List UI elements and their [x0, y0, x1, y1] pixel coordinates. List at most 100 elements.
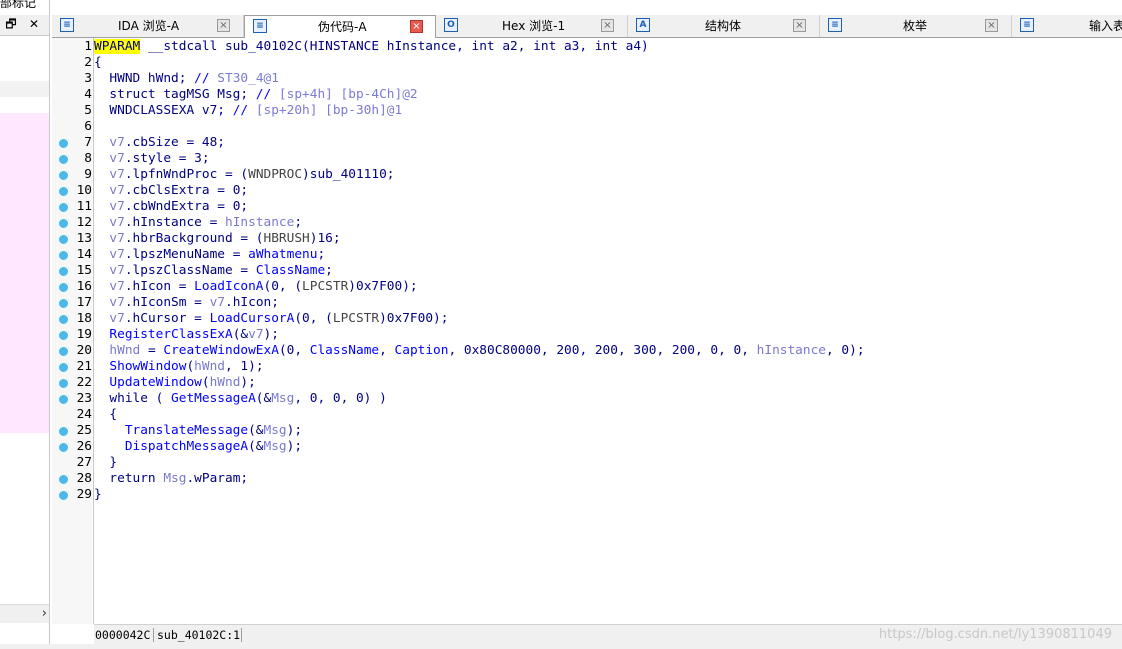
code-line[interactable]: 13 v7.hbrBackground = (HBRUSH)16;	[52, 231, 1122, 247]
breakpoint-dot-icon[interactable]	[59, 299, 68, 308]
code-token: );	[286, 439, 303, 454]
line-number: 1	[84, 39, 92, 54]
code-line[interactable]: 21 ShowWindow(hWnd, 1);	[52, 359, 1122, 375]
code-line[interactable]: 19 RegisterClassExA(&v7);	[52, 327, 1122, 343]
code-line[interactable]: 20 hWnd = CreateWindowExA(0, ClassName, …	[52, 343, 1122, 359]
breakpoint-dot-icon[interactable]	[59, 443, 68, 452]
code-line[interactable]: 22 UpdateWindow(hWnd);	[52, 375, 1122, 391]
code-line[interactable]: 23 while ( GetMessageA(&Msg, 0, 0, 0) )	[52, 391, 1122, 407]
line-number: 22	[76, 375, 92, 390]
code-line[interactable]: 8 v7.style = 3;	[52, 151, 1122, 167]
pseudocode-editor[interactable]: 1 WPARAM __stdcall sub_40102C(HINSTANCE h…	[52, 38, 1122, 624]
tab-pseudocode[interactable]: ≡ 伪代码-A ×	[244, 15, 436, 38]
scroll-right-icon[interactable]: ›	[42, 605, 47, 623]
tab-enums[interactable]: ≡ 枚举 ×	[820, 15, 1012, 37]
breakpoint-dot-icon[interactable]	[59, 235, 68, 244]
code-line[interactable]: 15 v7.lpszClassName = ClassName;	[52, 263, 1122, 279]
code-token: v7	[94, 263, 125, 278]
tab-structures[interactable]: A 结构体 ×	[628, 15, 820, 37]
breakpoint-dot-icon[interactable]	[59, 315, 68, 324]
code-token: aWhatmenu	[248, 247, 318, 262]
tab-imports[interactable]: ≡ 输入表	[1012, 15, 1122, 37]
code-token: , 0, 0, 0) )	[294, 391, 387, 406]
code-line[interactable]: 2{	[52, 55, 1122, 71]
code-line[interactable]: 5 WNDCLASSEXA v7; // [sp+20h] [bp-30h]@1	[52, 103, 1122, 119]
code-line[interactable]: 24 {	[52, 407, 1122, 423]
code-line[interactable]: 7 v7.cbSize = 48;	[52, 135, 1122, 151]
float-window-icon[interactable]: 🗗	[2, 16, 20, 32]
breakpoint-dot-icon[interactable]	[59, 347, 68, 356]
code-token: Msg	[263, 439, 287, 454]
code-token: (0,	[278, 343, 310, 358]
code-line[interactable]: 10 v7.cbClsExtra = 0;	[52, 183, 1122, 199]
code-line[interactable]: 12 v7.hInstance = hInstance;	[52, 215, 1122, 231]
code-line[interactable]: 4 struct tagMSG Msg; // [sp+4h] [bp-4Ch]…	[52, 87, 1122, 103]
code-line[interactable]: 29}	[52, 487, 1122, 503]
code-token: HWND hWnd;	[94, 71, 195, 86]
code-token: LPCSTR	[332, 311, 380, 326]
breakpoint-dot-icon[interactable]	[59, 491, 68, 500]
code-token: hInstance	[225, 215, 295, 230]
code-token: ;	[325, 263, 333, 278]
code-token: return	[94, 471, 164, 486]
code-line[interactable]: 18 v7.hCursor = LoadCursorA(0, (LPCSTR)0…	[52, 311, 1122, 327]
code-token: __stdcall sub_40102C(HINSTANCE hInstance…	[140, 39, 649, 54]
breakpoint-dot-icon[interactable]	[59, 283, 68, 292]
code-token: v7	[94, 167, 125, 182]
bottom-border	[0, 644, 1122, 649]
code-text: }	[94, 487, 102, 503]
close-tab-icon[interactable]: ×	[985, 19, 998, 32]
breakpoint-dot-icon[interactable]	[59, 267, 68, 276]
code-line[interactable]: 3 HWND hWnd; // ST30_4@1	[52, 71, 1122, 87]
code-token: v7	[94, 135, 125, 150]
code-line[interactable]: 9 v7.lpfnWndProc = (WNDPROC)sub_401110;	[52, 167, 1122, 183]
code-line[interactable]: 6	[52, 119, 1122, 135]
code-token: v7	[94, 199, 125, 214]
code-token: Msg	[271, 391, 295, 406]
close-tab-icon[interactable]: ×	[793, 19, 806, 32]
tab-label: 枚举	[903, 19, 928, 33]
close-tab-icon[interactable]: ×	[217, 19, 230, 32]
code-line[interactable]: 27 }	[52, 455, 1122, 471]
breakpoint-dot-icon[interactable]	[59, 251, 68, 260]
breakpoint-dot-icon[interactable]	[59, 427, 68, 436]
code-token: .cbClsExtra = 0;	[124, 183, 249, 198]
code-token: .hIcon =	[124, 279, 195, 294]
line-number: 20	[76, 343, 92, 358]
code-token: Msg	[263, 423, 287, 438]
breakpoint-dot-icon[interactable]	[59, 331, 68, 340]
close-tab-icon[interactable]: ×	[410, 20, 423, 33]
code-line[interactable]: 14 v7.lpszMenuName = aWhatmenu;	[52, 247, 1122, 263]
tab-ida-view[interactable]: ≡ IDA 浏览-A ×	[52, 15, 244, 37]
code-token: GetMessageA	[171, 391, 256, 406]
code-line[interactable]: 28 return Msg.wParam;	[52, 471, 1122, 487]
horizontal-scrollbar[interactable]: ›	[0, 604, 49, 623]
close-tab-icon[interactable]: ×	[601, 19, 614, 32]
breakpoint-dot-icon[interactable]	[59, 379, 68, 388]
code-line[interactable]: 17 v7.hIconSm = v7.hIcon;	[52, 295, 1122, 311]
breakpoint-dot-icon[interactable]	[59, 139, 68, 148]
code-line[interactable]: 16 v7.hIcon = LoadIconA(0, (LPCSTR)0x7F0…	[52, 279, 1122, 295]
code-token: );	[263, 327, 279, 342]
close-panel-icon[interactable]: ✕	[25, 16, 43, 32]
breakpoint-dot-icon[interactable]	[59, 475, 68, 484]
code-line[interactable]: 26 DispatchMessageA(&Msg);	[52, 439, 1122, 455]
line-number: 2	[84, 55, 92, 70]
code-line[interactable]: 1 WPARAM __stdcall sub_40102C(HINSTANCE h…	[52, 39, 1122, 55]
code-token: RegisterClassExA	[94, 327, 233, 342]
code-text: {	[94, 55, 102, 71]
breakpoint-dot-icon[interactable]	[59, 363, 68, 372]
code-token: (&	[232, 327, 249, 342]
tab-hex-view[interactable]: O Hex 浏览-1 ×	[436, 15, 628, 37]
breakpoint-dot-icon[interactable]	[59, 395, 68, 404]
breakpoint-dot-icon[interactable]	[59, 171, 68, 180]
breakpoint-dot-icon[interactable]	[59, 155, 68, 164]
breakpoint-dot-icon[interactable]	[59, 203, 68, 212]
code-text: v7.lpszMenuName = aWhatmenu;	[94, 247, 325, 263]
breakpoint-dot-icon[interactable]	[59, 187, 68, 196]
code-token: =	[140, 343, 164, 358]
code-line[interactable]: 11 v7.cbWndExtra = 0;	[52, 199, 1122, 215]
code-text: v7.hInstance = hInstance;	[94, 215, 302, 231]
breakpoint-dot-icon[interactable]	[59, 219, 68, 228]
code-line[interactable]: 25 TranslateMessage(&Msg);	[52, 423, 1122, 439]
